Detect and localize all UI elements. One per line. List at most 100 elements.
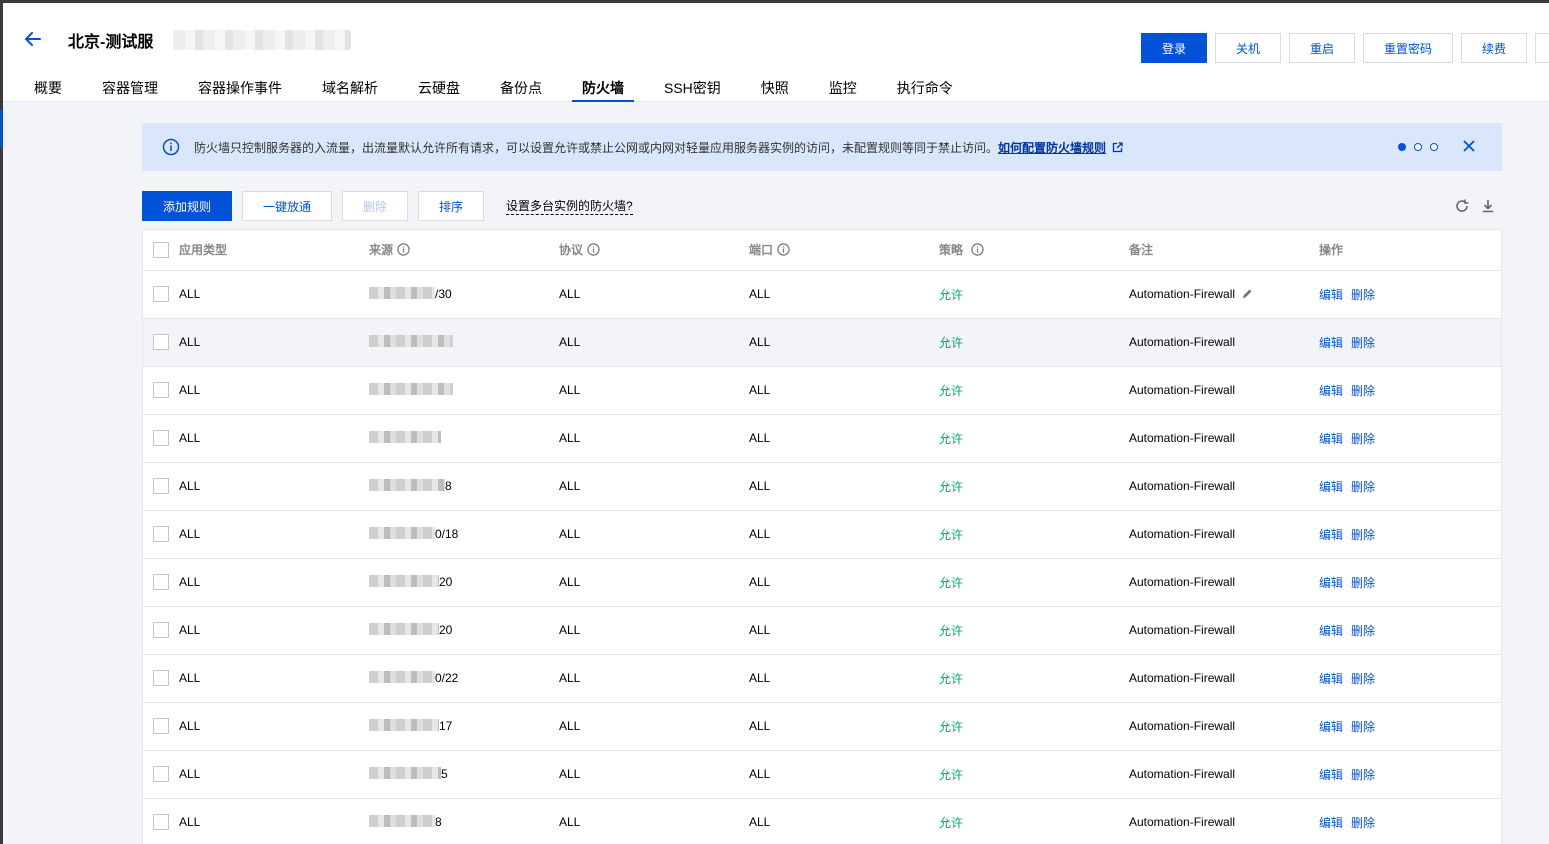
tab-containers[interactable]: 容器管理 — [102, 78, 158, 102]
tab-run-command[interactable]: 执行命令 — [897, 78, 953, 102]
edit-rule-link[interactable]: 编辑 — [1319, 576, 1343, 590]
tab-ssh-keys[interactable]: SSH密钥 — [664, 78, 721, 102]
masked-source-ip — [369, 671, 435, 683]
edit-rule-link[interactable]: 编辑 — [1319, 720, 1343, 734]
cell-protocol: ALL — [559, 575, 581, 589]
cell-protocol: ALL — [559, 431, 581, 445]
row-checkbox[interactable] — [153, 382, 169, 398]
shutdown-button[interactable]: 关机 — [1215, 33, 1281, 63]
notice-page-dot[interactable] — [1430, 143, 1438, 151]
edit-rule-link[interactable]: 编辑 — [1319, 672, 1343, 686]
delete-rule-link[interactable]: 删除 — [1351, 336, 1375, 350]
delete-rule-link[interactable]: 删除 — [1351, 576, 1375, 590]
delete-rule-link[interactable]: 删除 — [1351, 384, 1375, 398]
edit-rule-link[interactable]: 编辑 — [1319, 336, 1343, 350]
edit-rule-link[interactable]: 编辑 — [1319, 816, 1343, 830]
cell-protocol: ALL — [559, 671, 581, 685]
cell-protocol: ALL — [559, 767, 581, 781]
edit-remark-icon[interactable] — [1241, 288, 1253, 300]
cell-source: 8 — [369, 462, 559, 510]
reset-password-button[interactable]: 重置密码 — [1363, 33, 1453, 63]
row-checkbox[interactable] — [153, 526, 169, 542]
masked-source-ip — [369, 431, 441, 443]
sort-button[interactable]: 排序 — [418, 191, 484, 221]
cell-type: ALL — [179, 479, 201, 493]
tab-backup[interactable]: 备份点 — [500, 78, 542, 102]
cell-remark: Automation-Firewall — [1129, 654, 1319, 702]
remark-text: Automation-Firewall — [1129, 431, 1236, 445]
add-rule-button[interactable]: 添加规则 — [142, 191, 232, 221]
row-checkbox[interactable] — [153, 670, 169, 686]
table-row: ALL 8 ALL ALL 允许 Automation-Firewall 编辑删… — [143, 798, 1501, 844]
cell-protocol: ALL — [559, 527, 581, 541]
delete-rule-link[interactable]: 删除 — [1351, 432, 1375, 446]
cell-remark: Automation-Firewall — [1129, 798, 1319, 844]
row-checkbox[interactable] — [153, 478, 169, 494]
delete-rule-link[interactable]: 删除 — [1351, 672, 1375, 686]
masked-source-ip — [369, 527, 435, 539]
cell-port: ALL — [749, 335, 771, 349]
row-checkbox[interactable] — [153, 622, 169, 638]
row-checkbox-cell — [143, 750, 179, 798]
help-icon[interactable] — [397, 243, 410, 256]
multi-instance-firewall-link[interactable]: 设置多台实例的防火墙? — [506, 198, 633, 215]
table-row: ALL 20 ALL ALL 允许 Automation-Firewall 编辑… — [143, 558, 1501, 606]
remark-text: Automation-Firewall — [1129, 335, 1236, 349]
row-checkbox[interactable] — [153, 718, 169, 734]
cell-type: ALL — [179, 815, 201, 829]
delete-rule-link[interactable]: 删除 — [1351, 480, 1375, 494]
delete-rule-link[interactable]: 删除 — [1351, 768, 1375, 782]
tab-snapshots[interactable]: 快照 — [761, 78, 789, 102]
cell-actions: 编辑 删除 — [1319, 510, 1501, 558]
login-button[interactable]: 登录 — [1141, 33, 1207, 63]
delete-rule-link[interactable]: 删除 — [1351, 816, 1375, 830]
close-icon[interactable] — [1462, 139, 1476, 153]
back-arrow-icon[interactable] — [23, 29, 43, 49]
edit-rule-link[interactable]: 编辑 — [1319, 432, 1343, 446]
edit-rule-link[interactable]: 编辑 — [1319, 288, 1343, 302]
cell-actions: 编辑 删除 — [1319, 750, 1501, 798]
help-icon[interactable] — [971, 243, 984, 256]
tab-dns[interactable]: 域名解析 — [322, 78, 378, 102]
tab-overview[interactable]: 概要 — [34, 78, 62, 102]
tab-cloud-disk[interactable]: 云硬盘 — [418, 78, 460, 102]
cell-actions: 编辑 删除 — [1319, 702, 1501, 750]
row-checkbox-cell — [143, 702, 179, 750]
download-icon[interactable] — [1480, 198, 1496, 214]
column-header-policy: 策略 — [939, 230, 1129, 270]
tab-monitoring[interactable]: 监控 — [829, 78, 857, 102]
row-checkbox[interactable] — [153, 766, 169, 782]
cell-source: 5 — [369, 750, 559, 798]
notice-page-dot[interactable] — [1398, 143, 1406, 151]
row-checkbox[interactable] — [153, 430, 169, 446]
delete-rule-link[interactable]: 删除 — [1351, 720, 1375, 734]
external-link-icon[interactable] — [1112, 142, 1123, 153]
tab-firewall[interactable]: 防火墙 — [572, 78, 634, 102]
select-all-checkbox[interactable] — [153, 241, 169, 258]
row-checkbox[interactable] — [153, 286, 169, 302]
delete-rule-link[interactable]: 删除 — [1351, 528, 1375, 542]
edit-rule-link[interactable]: 编辑 — [1319, 384, 1343, 398]
edit-rule-link[interactable]: 编辑 — [1319, 480, 1343, 494]
refresh-icon[interactable] — [1454, 198, 1470, 214]
header-actions: 登录 关机 重启 重置密码 续费 — [1141, 33, 1549, 63]
tab-container-events[interactable]: 容器操作事件 — [198, 78, 282, 102]
delete-rule-link[interactable]: 删除 — [1351, 624, 1375, 638]
renew-button[interactable]: 续费 — [1461, 33, 1527, 63]
notice-help-link[interactable]: 如何配置防火墙规则 — [998, 141, 1106, 155]
row-checkbox[interactable] — [153, 814, 169, 830]
row-checkbox[interactable] — [153, 334, 169, 350]
allow-all-button[interactable]: 一键放通 — [242, 191, 332, 221]
help-icon[interactable] — [777, 243, 790, 256]
row-checkbox[interactable] — [153, 574, 169, 590]
edit-rule-link[interactable]: 编辑 — [1319, 624, 1343, 638]
help-icon[interactable] — [587, 243, 600, 256]
delete-rule-link[interactable]: 删除 — [1351, 288, 1375, 302]
notice-page-dot[interactable] — [1414, 143, 1422, 151]
restart-button[interactable]: 重启 — [1289, 33, 1355, 63]
edit-rule-link[interactable]: 编辑 — [1319, 768, 1343, 782]
edit-rule-link[interactable]: 编辑 — [1319, 528, 1343, 542]
cell-policy: 允许 — [939, 479, 964, 494]
cell-remark: Automation-Firewall — [1129, 510, 1319, 558]
more-actions-button[interactable] — [1535, 33, 1549, 63]
